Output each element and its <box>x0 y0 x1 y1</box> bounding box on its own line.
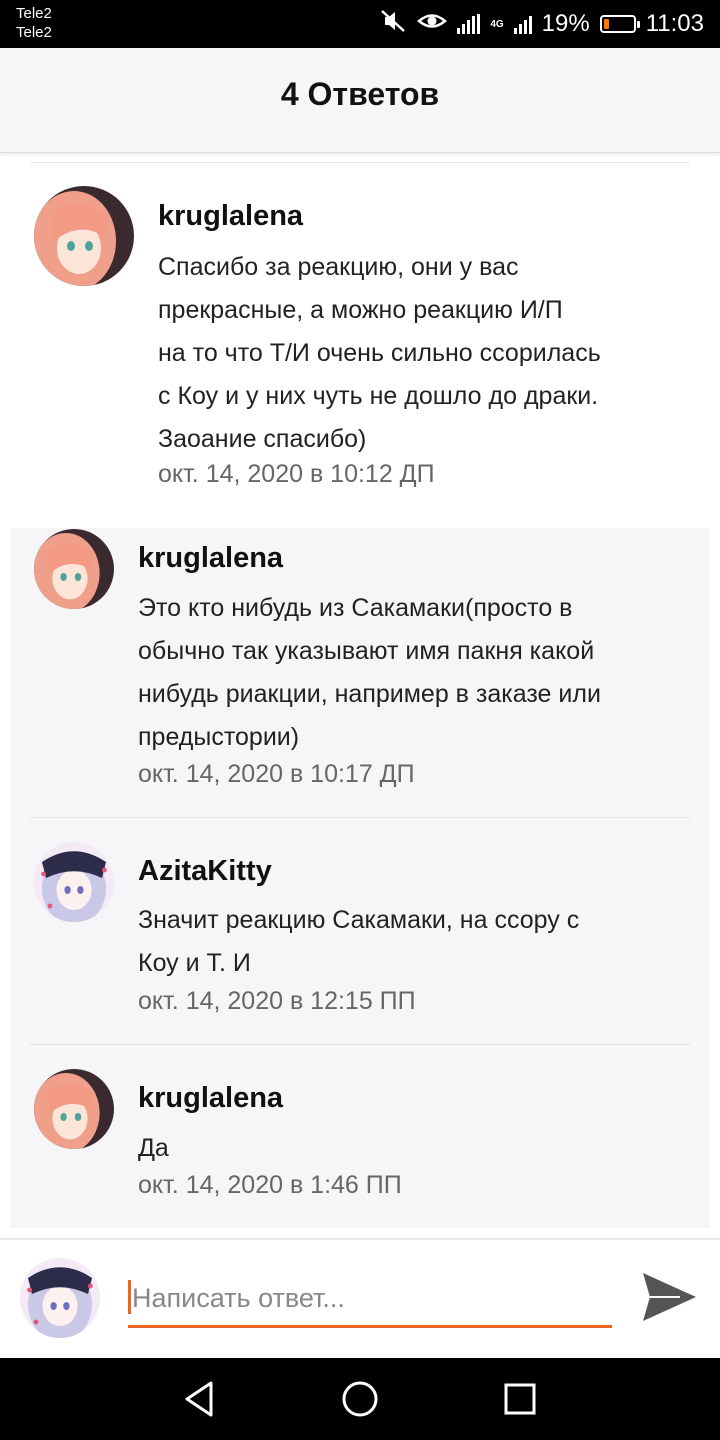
reply-timestamp: окт. 14, 2020 в 10:17 ДП <box>138 760 415 788</box>
network-type: 4G <box>490 18 504 30</box>
reply-line: обычно так указывают имя пакня какой <box>138 637 595 665</box>
page-title: 4 Ответов <box>280 76 440 112</box>
reply-text: Да <box>138 1127 169 1170</box>
status-icons: 4G 19% 11:03 <box>379 8 704 40</box>
reply-timestamp: окт. 14, 2020 в 1:46 ПП <box>138 1171 402 1199</box>
reply-timestamp: окт. 14, 2020 в 12:15 ПП <box>138 987 416 1015</box>
clock: 11:03 <box>645 10 704 37</box>
carrier-1: Tele2 <box>16 5 52 22</box>
reply-text: Значит реакцию Сакамаки, на ссору с Коу … <box>138 899 579 985</box>
reply-line: Да <box>138 1134 169 1162</box>
send-button[interactable] <box>640 1268 698 1326</box>
battery-percent: 19% <box>541 10 590 37</box>
carrier-labels: Tele2 Tele2 <box>16 4 52 42</box>
comment-line: на то что Т/И очень сильно ссорилась <box>158 339 601 367</box>
reply-line: нибудь риакции, например в заказе или <box>138 680 601 708</box>
avatar[interactable] <box>34 842 114 922</box>
send-icon <box>643 1273 696 1321</box>
signal-icon <box>457 14 481 34</box>
avatar[interactable] <box>34 186 134 286</box>
signal-icon-2 <box>513 14 532 34</box>
reply-username[interactable]: kruglalena <box>138 542 283 575</box>
text-cursor <box>128 1280 131 1314</box>
comment-line: Спасибо за реакцию, они у вас <box>158 253 519 281</box>
reply-input[interactable] <box>128 1272 612 1328</box>
back-triangle-icon <box>185 1381 213 1417</box>
back-button[interactable] <box>179 1378 221 1420</box>
reply-line: Значит реакцию Сакамаки, на ссору с <box>138 906 580 934</box>
comment-timestamp: окт. 14, 2020 в 10:12 ДП <box>158 460 435 488</box>
reply-line: предыстории) <box>138 723 300 751</box>
header: 4 Ответов <box>0 48 720 153</box>
recents-button[interactable] <box>499 1378 541 1420</box>
reply-username[interactable]: kruglalena <box>138 1082 283 1115</box>
system-navigation-bar <box>0 1358 720 1440</box>
reply-line: Это кто нибудь из Сакамаки(просто в <box>138 594 573 622</box>
battery-icon <box>599 15 640 33</box>
comment-line: Заоание спасибо) <box>158 425 367 453</box>
comment-text: Спасибо за реакцию, они у вас прекрасные… <box>158 246 601 461</box>
home-button[interactable] <box>339 1378 381 1420</box>
recents-square-icon <box>504 1383 536 1415</box>
top-divider <box>30 162 690 163</box>
eye-comfort-icon <box>417 10 448 39</box>
mute-vibrate-icon <box>379 8 407 41</box>
reply-divider <box>30 817 690 818</box>
status-bar: Tele2 Tele2 4G 19% 11:03 <box>0 0 720 48</box>
carrier-2: Tele2 <box>16 24 52 41</box>
avatar[interactable] <box>34 529 114 609</box>
reply-text: Это кто нибудь из Сакамаки(просто в обыч… <box>138 587 601 759</box>
avatar[interactable] <box>34 1069 114 1149</box>
comment-line: с Коу и у них чуть не дошло до драки. <box>158 382 599 410</box>
comment-username[interactable]: kruglalena <box>158 200 303 233</box>
home-circle-icon <box>342 1381 378 1417</box>
reply-line: Коу и Т. И <box>138 949 251 977</box>
reply-username[interactable]: AzitaKitty <box>138 855 272 888</box>
comment-line: прекрасные, а можно реакцию И/П <box>158 296 563 324</box>
reply-divider <box>30 1044 690 1045</box>
current-user-avatar <box>20 1258 100 1338</box>
